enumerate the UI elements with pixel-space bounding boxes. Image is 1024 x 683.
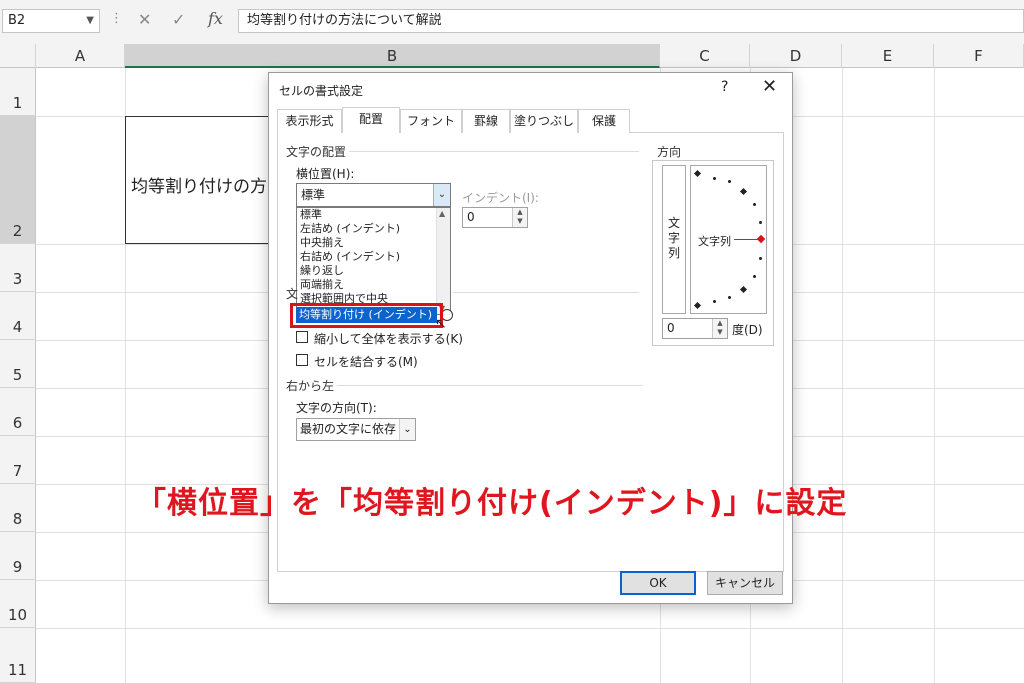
list-item[interactable]: 両端揃え [300,278,344,292]
list-item[interactable]: 右詰め (インデント) [300,250,400,264]
dial-mark [753,203,756,206]
spin-arrows-icon[interactable]: ▲ ▼ [712,319,727,338]
row-header-6[interactable]: 6 [0,388,36,436]
gridline [842,68,843,683]
shrink-to-fit-checkbox[interactable] [296,331,308,343]
tab-protection[interactable]: 保護 [578,109,630,133]
alignment-section-label: 文字の配置 [286,145,347,159]
degrees-label: 度(D) [732,323,763,337]
help-button[interactable]: ? [721,79,728,95]
insert-function-icon[interactable]: fx [208,9,223,28]
spin-arrows-icon[interactable]: ▲ ▼ [512,208,527,227]
close-button[interactable]: ✕ [762,76,777,97]
instruction-caption: 「横位置」を「均等割り付け(インデント)」に設定 [136,486,848,521]
callout-box [290,303,443,328]
control-section-label: 文 [286,287,299,301]
row-header-9[interactable]: 9 [0,532,36,580]
orientation-section-label: 方向 [657,145,682,159]
cancel-button[interactable]: キャンセル [707,571,783,595]
ok-button[interactable]: OK [620,571,696,595]
section-divider [337,385,643,386]
name-box[interactable]: B2 ▼ [2,9,100,33]
tab-border[interactable]: 罫線 [462,109,510,133]
select-all-corner[interactable] [0,44,36,68]
text-direction-select[interactable]: 最初の文字に依存 ⌄ [296,418,416,441]
row-header-11[interactable]: 11 [0,628,36,683]
gridline [36,628,1024,629]
horizontal-options-list: 標準 左詰め (インデント) 中央揃え 右詰め (インデント) 繰り返し 両端揃… [296,207,451,315]
gridline [934,68,935,683]
tab-fill[interactable]: 塗りつぶし [510,109,578,133]
horizontal-alignment-select[interactable]: 標準 ⌄ [296,183,451,207]
section-divider [453,292,639,293]
text-direction-label: 文字の方向(T): [296,401,377,415]
indent-value: 0 [467,210,475,224]
cell-b2-text: 均等割り付けの方 [131,177,267,197]
row-header-8[interactable]: 8 [0,484,36,532]
format-cells-dialog: セルの書式設定 ? ✕ 表示形式 配置 フォント 罫線 塗りつぶし 保護 文字の… [268,72,793,604]
merge-cells-label: セルを結合する(M) [314,355,418,369]
cancel-icon[interactable]: ✕ [138,10,151,29]
more-options-icon: ⋮ [110,11,123,26]
list-item[interactable]: 標準 [300,208,322,222]
name-box-value: B2 [8,13,26,28]
dial-text-label: 文字列 [698,235,731,248]
column-header-c[interactable]: C [660,44,750,68]
list-item[interactable]: 繰り返し [300,264,344,278]
dial-mark [728,296,731,299]
tab-alignment[interactable]: 配置 [342,107,400,133]
chevron-down-icon[interactable]: ⌄ [399,419,415,440]
list-item[interactable]: 左詰め (インデント) [300,222,400,236]
chevron-down-icon[interactable]: ⌄ [433,184,450,206]
degrees-value: 0 [667,321,675,335]
row-header-5[interactable]: 5 [0,340,36,388]
dial-mark [728,180,731,183]
row-header-10[interactable]: 10 [0,580,36,628]
text-direction-value: 最初の文字に依存 [300,422,397,436]
row-header-3[interactable]: 3 [0,244,36,292]
dial-mark [753,275,756,278]
horizontal-select-value: 標準 [301,188,326,202]
formula-input[interactable]: 均等割り付けの方法について解説 [238,9,1024,33]
list-item[interactable]: 中央揃え [300,236,344,250]
row-header-4[interactable]: 4 [0,292,36,340]
row-header-1[interactable]: 1 [0,68,36,116]
tab-font[interactable]: フォント [400,109,462,133]
merge-cells-checkbox[interactable] [296,354,308,366]
section-divider [349,151,639,152]
indent-stepper[interactable]: 0 ▲ ▼ [462,207,528,228]
dial-mark [759,257,762,260]
column-header-d[interactable]: D [750,44,842,68]
list-scrollbar[interactable]: ▲ ▼ [436,208,450,314]
column-header-e[interactable]: E [842,44,934,68]
formula-bar: B2 ▼ ⋮ ✕ ✓ fx 均等割り付けの方法について解説 [0,0,1024,44]
check-icon[interactable]: ✓ [172,10,185,29]
dial-mark [759,221,762,224]
dialog-title: セルの書式設定 [279,84,364,98]
column-header-a[interactable]: A [36,44,125,68]
rtl-section-label: 右から左 [286,379,335,393]
chevron-down-icon[interactable]: ▼ [86,10,94,32]
column-header-b[interactable]: B [125,44,660,68]
vertical-text-label: 文字列 [667,216,680,260]
dial-mark [713,177,716,180]
tab-number[interactable]: 表示形式 [277,109,342,133]
degrees-stepper[interactable]: 0 ▲ ▼ [662,318,728,339]
indent-label: インデント(I): [462,191,539,205]
column-header-f[interactable]: F [934,44,1024,68]
row-header-2[interactable]: 2 [0,116,36,244]
horizontal-label: 横位置(H): [296,167,355,181]
row-header-7[interactable]: 7 [0,436,36,484]
scroll-up-icon[interactable]: ▲ [439,209,445,218]
shrink-to-fit-label: 縮小して全体を表示する(K) [314,332,463,346]
dial-mark [713,300,716,303]
